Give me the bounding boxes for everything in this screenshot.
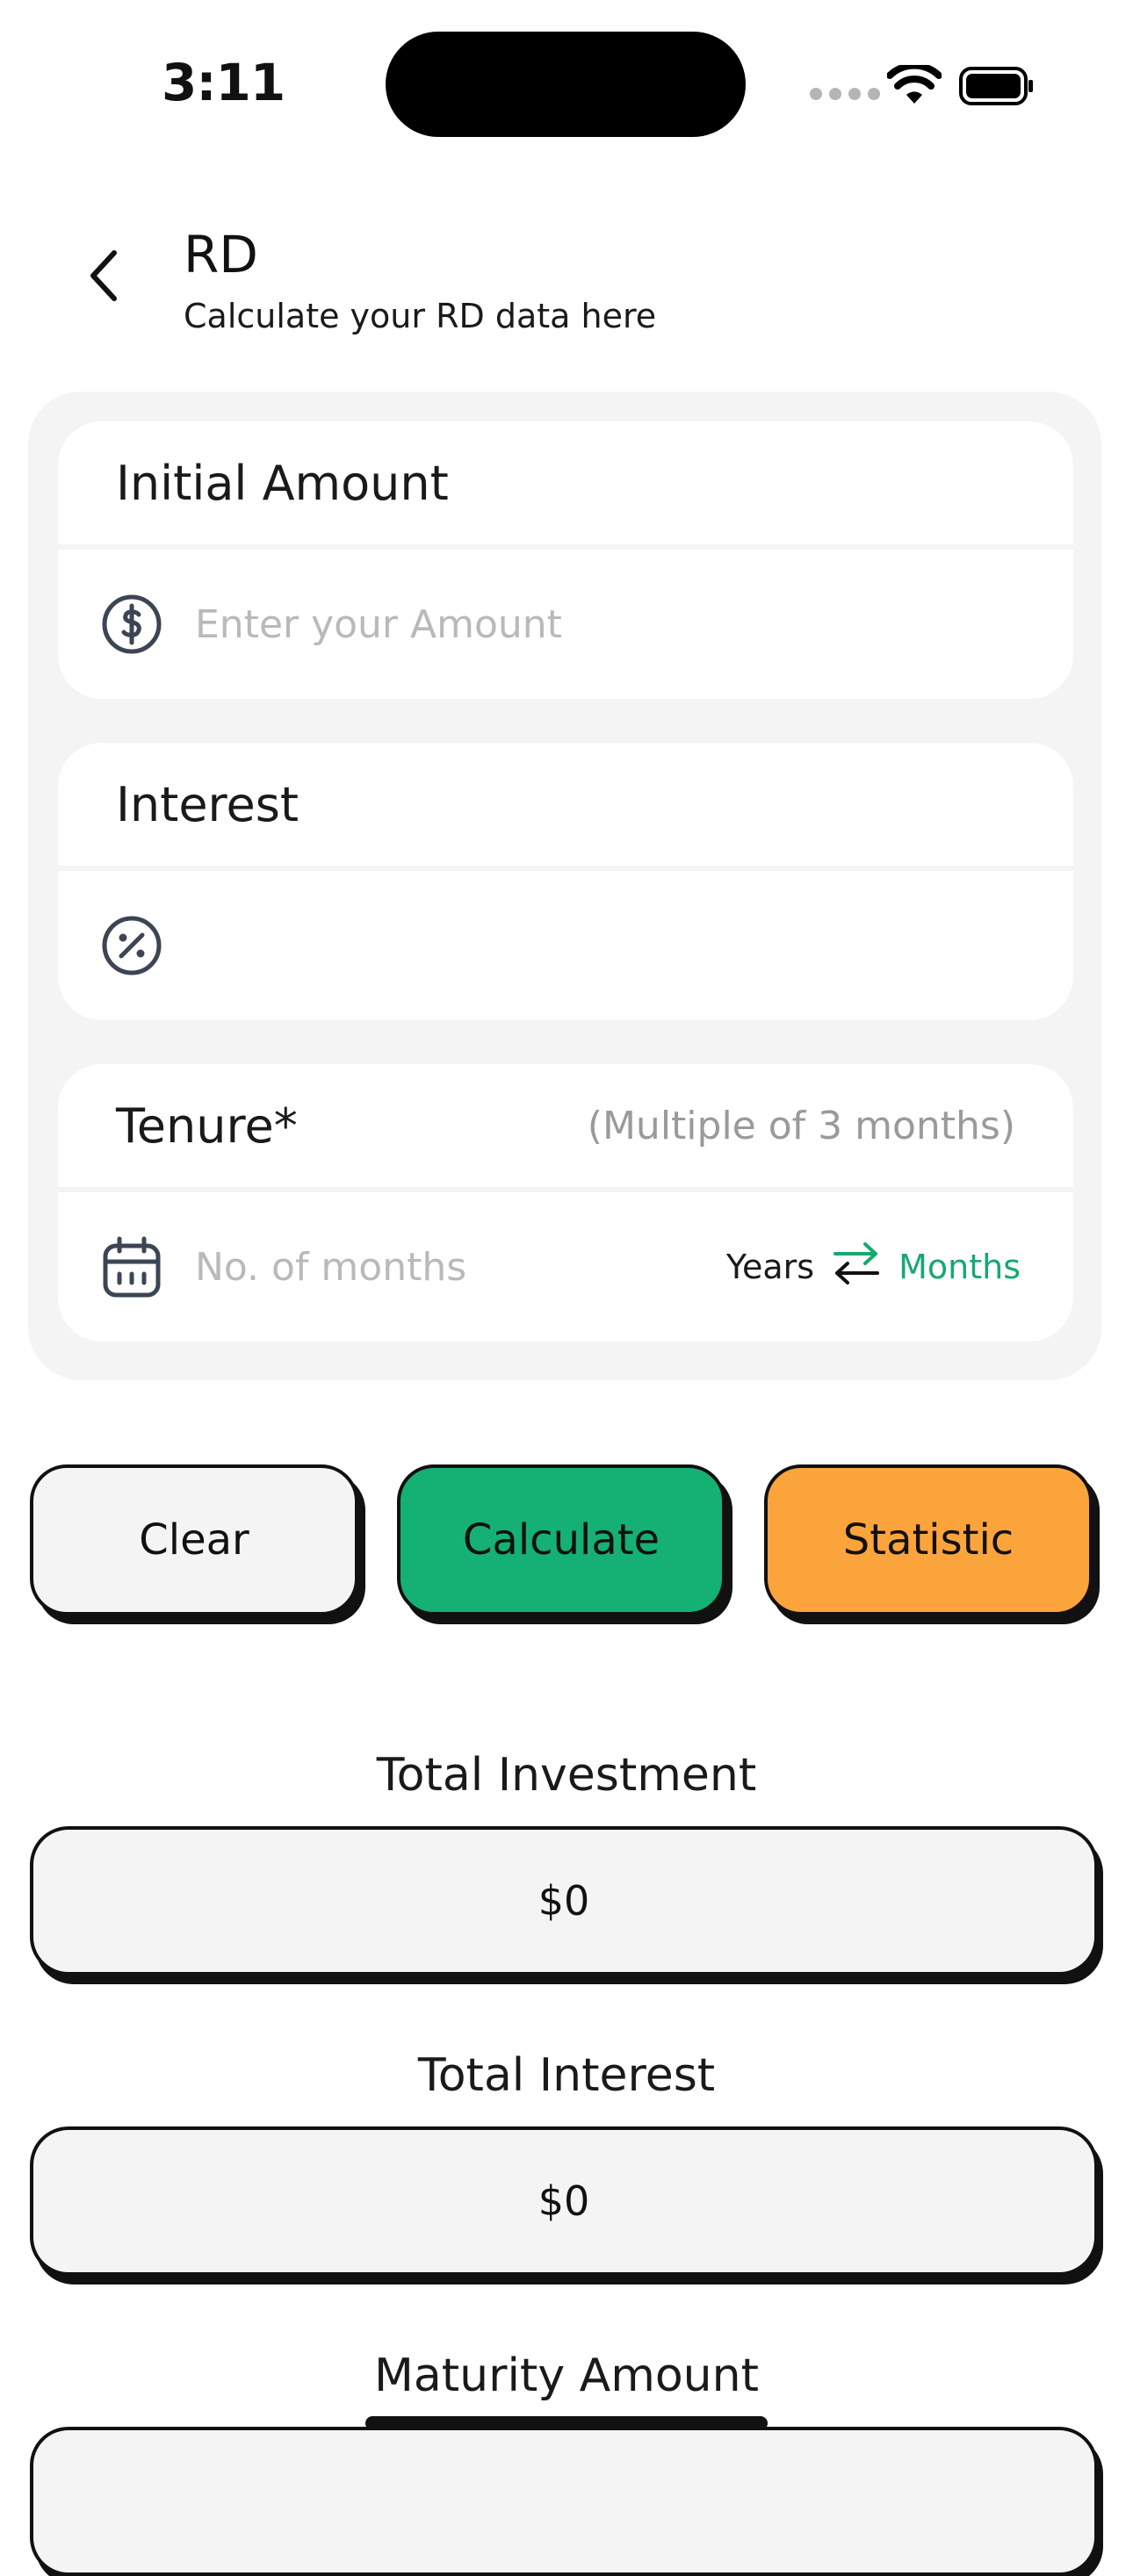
home-indicator xyxy=(365,2416,768,2430)
calculate-button[interactable]: Calculate xyxy=(397,1464,725,1615)
initial-amount-header: Initial Amount xyxy=(58,421,1073,550)
status-time: 3:11 xyxy=(162,53,285,112)
battery-icon xyxy=(959,67,1035,109)
initial-amount-label: Initial Amount xyxy=(116,455,449,511)
tenure-label: Tenure* xyxy=(116,1097,298,1154)
total-investment-label: Total Investment xyxy=(376,1749,757,1802)
total-interest-value: $0 xyxy=(30,2126,1098,2276)
total-interest-label: Total Interest xyxy=(417,2049,716,2102)
chevron-left-icon xyxy=(86,249,121,306)
interest-header: Interest xyxy=(58,743,1073,871)
tenure-unit-toggle[interactable]: Years Months xyxy=(726,1241,1021,1293)
initial-amount-card: Initial Amount xyxy=(58,421,1073,699)
calendar-icon xyxy=(97,1232,167,1302)
tenure-hint: (Multiple of 3 months) xyxy=(587,1103,1015,1148)
dynamic-island xyxy=(386,32,746,137)
interest-label: Interest xyxy=(116,776,299,832)
dollar-circle-icon xyxy=(97,589,167,659)
page-subtitle: Calculate your RD data here xyxy=(184,297,657,335)
wifi-icon xyxy=(886,61,942,111)
clear-button[interactable]: Clear xyxy=(30,1464,358,1615)
tenure-input[interactable] xyxy=(195,1244,726,1290)
maturity-amount-value xyxy=(30,2427,1098,2576)
unit-years-option[interactable]: Years xyxy=(726,1248,814,1286)
tenure-card: Tenure* (Multiple of 3 months) Years xyxy=(58,1064,1073,1342)
interest-input[interactable] xyxy=(195,923,1021,968)
initial-amount-row xyxy=(58,550,1073,699)
back-button[interactable] xyxy=(72,246,135,309)
percent-circle-icon xyxy=(97,910,167,981)
swap-arrows-icon[interactable] xyxy=(832,1241,881,1293)
initial-amount-input[interactable] xyxy=(195,601,1021,647)
tenure-header: Tenure* (Multiple of 3 months) xyxy=(58,1064,1073,1192)
statistic-button[interactable]: Statistic xyxy=(764,1464,1093,1615)
interest-row xyxy=(58,871,1073,1020)
maturity-amount-label: Maturity Amount xyxy=(374,2349,759,2402)
page-title: RD xyxy=(184,225,258,284)
unit-months-option[interactable]: Months xyxy=(898,1248,1021,1286)
total-investment-value: $0 xyxy=(30,1826,1098,1975)
signal-icon xyxy=(810,88,880,100)
interest-card: Interest xyxy=(58,743,1073,1020)
calculator-form-panel: Initial Amount Interest xyxy=(28,392,1101,1380)
tenure-row: Years Months xyxy=(58,1192,1073,1342)
